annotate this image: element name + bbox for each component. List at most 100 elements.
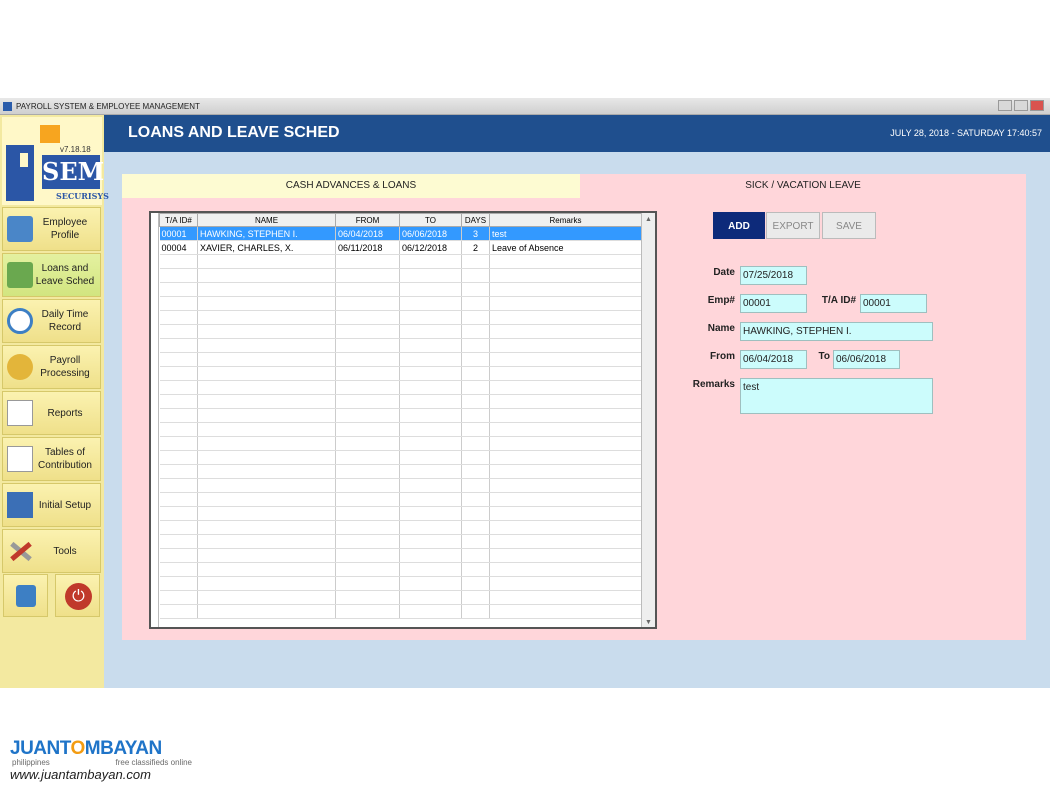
empty-row: [159, 534, 642, 549]
empty-row: [159, 590, 642, 605]
cell-remarks: Leave of Absence: [489, 240, 642, 255]
add-button[interactable]: ADD: [713, 212, 765, 239]
sidebar-item-loans-leave[interactable]: Loans and Leave Sched: [2, 253, 101, 297]
cell-days: 3: [461, 226, 490, 241]
cell-remarks: test: [489, 226, 642, 241]
empty-row: [159, 310, 642, 325]
employee-icon: [7, 216, 33, 242]
sidebar-item-employee-profile[interactable]: Employee Profile: [2, 207, 101, 251]
save-button[interactable]: SAVE: [822, 212, 876, 239]
window-title: PAYROLL SYSTEM & EMPLOYEE MANAGEMENT: [16, 102, 200, 111]
sidebar-item-label: Daily Time Record: [41, 309, 89, 333]
to-field[interactable]: [833, 350, 900, 369]
clock-icon: [7, 308, 33, 334]
cell-to: 06/06/2018: [399, 226, 462, 241]
page-title: LOANS AND LEAVE SCHED: [128, 124, 340, 141]
column-header[interactable]: TO: [399, 213, 462, 227]
logo-square: [40, 125, 60, 143]
column-header[interactable]: NAME: [197, 213, 336, 227]
app-window: PAYROLL SYSTEM & EMPLOYEE MANAGEMENT v7.…: [0, 98, 1050, 688]
empty-row: [159, 436, 642, 451]
cell-to: 06/12/2018: [399, 240, 462, 255]
empty-row: [159, 506, 642, 521]
tab-sick-vacation-leave[interactable]: SICK / VACATION LEAVE: [580, 174, 1026, 198]
leave-grid: T/A ID# NAME FROM TO DAYS Remarks 00001 …: [149, 211, 657, 629]
watermark-subtitle: philippines free classifieds online: [12, 758, 192, 767]
power-button[interactable]: ⏻: [55, 574, 100, 617]
name-field[interactable]: [740, 322, 933, 341]
logo-brand: SEM: [42, 155, 104, 189]
window-titlebar: PAYROLL SYSTEM & EMPLOYEE MANAGEMENT: [0, 98, 1050, 115]
name-label: Name: [707, 323, 735, 334]
empty-row: [159, 254, 642, 269]
sidebar-item-label: Initial Setup: [38, 499, 92, 511]
sidebar-item-daily-time-record[interactable]: Daily Time Record: [2, 299, 101, 343]
sidebar-item-tools[interactable]: Tools: [2, 529, 101, 573]
empty-row: [159, 464, 642, 479]
payroll-icon: [7, 354, 33, 380]
page-header: LOANS AND LEAVE SCHED JULY 28, 2018 - SA…: [104, 115, 1050, 152]
lock-button[interactable]: [3, 574, 48, 617]
date-field[interactable]: [740, 266, 807, 285]
sidebar-item-payroll-processing[interactable]: Payroll Processing: [2, 345, 101, 389]
app-logo: v7.18.18 SEM SECURISYS: [2, 117, 109, 205]
tools-icon: [7, 538, 33, 564]
column-header[interactable]: T/A ID#: [159, 213, 198, 227]
app-version: v7.18.18: [60, 145, 91, 154]
sidebar-item-label: Reports: [47, 407, 83, 419]
column-header[interactable]: DAYS: [461, 213, 490, 227]
ta-id-field[interactable]: [860, 294, 927, 313]
sidebar-item-initial-setup[interactable]: Initial Setup: [2, 483, 101, 527]
column-header[interactable]: FROM: [335, 213, 400, 227]
grid-scrollbar[interactable]: ▲ ▼: [641, 213, 655, 627]
sidebar-item-reports[interactable]: Reports: [2, 391, 101, 435]
app-icon: [3, 102, 12, 111]
table-row[interactable]: 00004 XAVIER, CHARLES, X. 06/11/2018 06/…: [159, 240, 642, 255]
empty-row: [159, 548, 642, 563]
minimize-button[interactable]: [998, 100, 1012, 111]
row-selector-column: [151, 213, 159, 627]
export-button[interactable]: EXPORT: [766, 212, 820, 239]
date-label: Date: [713, 267, 735, 278]
leave-table: T/A ID# NAME FROM TO DAYS Remarks 00001 …: [159, 213, 642, 619]
cell-ta-id: 00004: [159, 240, 198, 255]
header-datetime: JULY 28, 2018 - SATURDAY 17:40:57: [890, 128, 1042, 138]
empty-row: [159, 366, 642, 381]
emp-label: Emp#: [707, 295, 735, 306]
empty-row: [159, 450, 642, 465]
empty-row: [159, 422, 642, 437]
empty-row: [159, 408, 642, 423]
sidebar-item-label: Employee Profile: [42, 217, 88, 241]
cell-name: XAVIER, CHARLES, X.: [197, 240, 336, 255]
tables-icon: [7, 446, 33, 472]
scroll-up-icon[interactable]: ▲: [644, 215, 653, 224]
empty-row: [159, 394, 642, 409]
tab-cash-advances-loans[interactable]: CASH ADVANCES & LOANS: [122, 174, 580, 198]
empty-row: [159, 492, 642, 507]
logo-tagline: SECURISYS: [56, 191, 109, 201]
watermark-url: www.juantambayan.com: [10, 767, 151, 782]
reports-icon: [7, 400, 33, 426]
empty-row: [159, 338, 642, 353]
table-row[interactable]: 00001 HAWKING, STEPHEN I. 06/04/2018 06/…: [159, 226, 642, 241]
empty-row: [159, 520, 642, 535]
empty-row: [159, 576, 642, 591]
power-icon: ⏻: [65, 583, 92, 610]
sidebar-item-label: Payroll Processing: [40, 355, 90, 379]
remarks-field[interactable]: test: [740, 378, 933, 414]
empty-row: [159, 478, 642, 493]
column-header[interactable]: Remarks: [489, 213, 642, 227]
cell-days: 2: [461, 240, 490, 255]
maximize-button[interactable]: [1014, 100, 1028, 111]
empty-row: [159, 604, 642, 619]
cell-name: HAWKING, STEPHEN I.: [197, 226, 336, 241]
sidebar-item-label: Tools: [53, 545, 77, 557]
from-field[interactable]: [740, 350, 807, 369]
scroll-down-icon[interactable]: ▼: [644, 618, 653, 627]
sidebar-item-label: Loans and Leave Sched: [35, 263, 95, 287]
close-button[interactable]: [1030, 100, 1044, 111]
sidebar-item-tables-of-contribution[interactable]: Tables of Contribution: [2, 437, 101, 481]
emp-field[interactable]: [740, 294, 807, 313]
empty-row: [159, 380, 642, 395]
sidebar-item-label: Tables of Contribution: [38, 447, 92, 471]
